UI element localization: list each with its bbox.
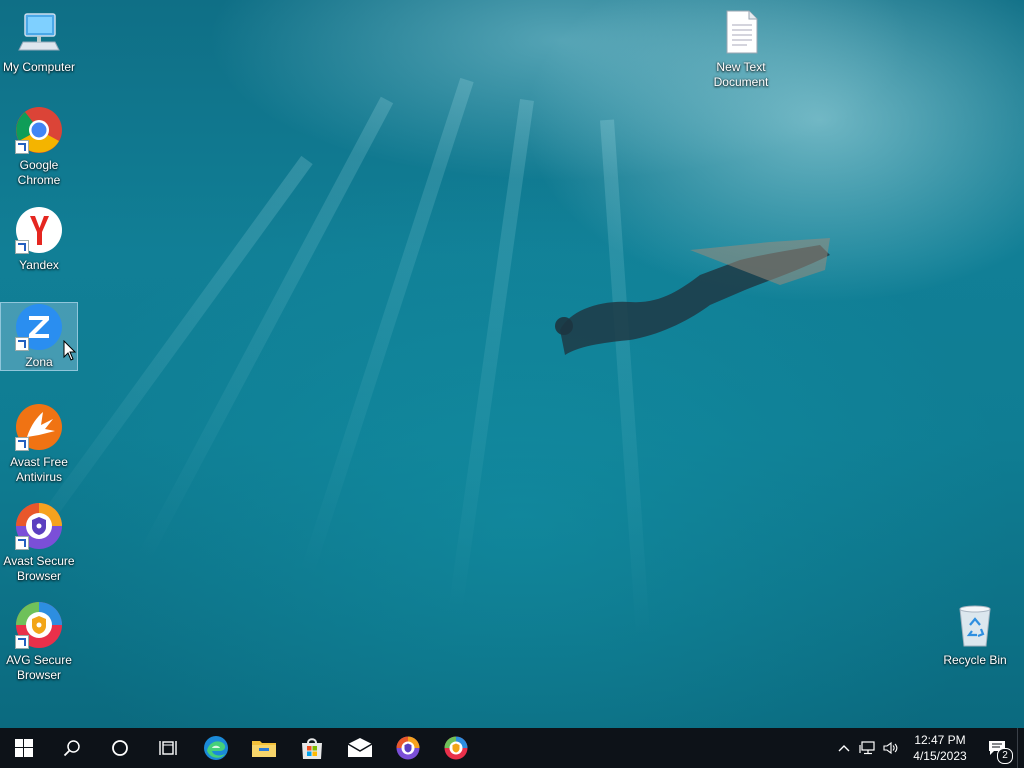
my-computer-icon <box>18 13 60 51</box>
show-desktop-button[interactable] <box>1017 728 1024 768</box>
desktop-icon-yandex[interactable]: Yandex <box>1 206 77 273</box>
taskbar: 12:47 PM 4/15/2023 2 <box>0 728 1024 768</box>
text-document-icon <box>726 10 758 54</box>
avast-secure-browser-icon <box>396 736 420 760</box>
windows-logo-icon <box>15 739 33 757</box>
start-button[interactable] <box>0 728 48 768</box>
desktop-icon-avast-secure-browser[interactable]: Avast Secure Browser <box>1 502 77 584</box>
desktop-icon-avast-free-antivirus[interactable]: Avast Free Antivirus <box>1 403 77 485</box>
search-button[interactable] <box>48 728 96 768</box>
network-button[interactable] <box>855 728 879 768</box>
swimmer-image <box>555 238 830 355</box>
task-view-button[interactable] <box>144 728 192 768</box>
action-center-button[interactable]: 2 <box>977 728 1017 768</box>
avg-secure-browser-icon <box>444 736 468 760</box>
recycle-bin-icon <box>959 605 991 647</box>
store-taskbar-button[interactable] <box>288 728 336 768</box>
edge-taskbar-button[interactable] <box>192 728 240 768</box>
cortana-icon <box>112 740 128 756</box>
edge-icon <box>204 736 228 760</box>
shortcut-arrow-icon <box>15 240 29 254</box>
desktop-icon-label: Avast Secure Browser <box>3 554 75 583</box>
desktop-icon-google-chrome[interactable]: Google Chrome <box>1 106 77 188</box>
desktop-icon-label: Recycle Bin <box>943 653 1007 667</box>
file-explorer-taskbar-button[interactable] <box>240 728 288 768</box>
clock-time: 12:47 PM <box>914 733 966 747</box>
shortcut-arrow-icon <box>15 635 29 649</box>
desktop-icon-avg-secure-browser[interactable]: AVG Secure Browser <box>1 601 77 683</box>
avg-secure-browser-taskbar-button[interactable] <box>432 728 480 768</box>
speaker-icon <box>883 741 898 755</box>
notification-count-badge: 2 <box>997 748 1013 764</box>
desktop-icon-new-text-document[interactable]: New Text Document <box>703 8 779 90</box>
desktop-icon-label: Zona <box>25 355 53 369</box>
file-explorer-icon <box>252 741 276 757</box>
mouse-cursor-icon <box>63 340 77 361</box>
store-icon <box>302 738 322 759</box>
desktop-icon-label: AVG Secure Browser <box>6 653 72 682</box>
desktop-icon-my-computer[interactable]: My Computer <box>1 8 77 75</box>
volume-button[interactable] <box>879 728 903 768</box>
desktop-icon-recycle-bin[interactable]: Recycle Bin <box>937 601 1013 668</box>
desktop-icon-label: My Computer <box>2 60 76 74</box>
show-hidden-icons-button[interactable] <box>833 728 855 768</box>
cortana-button[interactable] <box>96 728 144 768</box>
shortcut-arrow-icon <box>15 437 29 451</box>
desktop-icon-label: Avast Free Antivirus <box>10 455 68 484</box>
shortcut-arrow-icon <box>15 337 29 351</box>
desktop-icon-label: New Text Document <box>713 60 769 89</box>
search-icon <box>63 740 80 757</box>
desktop-icon-label: Google Chrome <box>17 158 61 187</box>
desktop-icon-label: Yandex <box>19 258 59 272</box>
shortcut-arrow-icon <box>15 140 29 154</box>
desktop-wallpaper: My Computer Google Chrome Yandex Zona Av… <box>0 0 1024 728</box>
mail-taskbar-button[interactable] <box>336 728 384 768</box>
shortcut-arrow-icon <box>15 536 29 550</box>
network-icon <box>859 741 875 755</box>
avast-secure-browser-taskbar-button[interactable] <box>384 728 432 768</box>
system-tray: 12:47 PM 4/15/2023 2 <box>833 728 1024 768</box>
task-view-icon <box>159 741 177 755</box>
clock-date: 4/15/2023 <box>913 749 967 763</box>
mail-icon <box>347 738 373 757</box>
chevron-up-icon <box>838 745 850 752</box>
clock-button[interactable]: 12:47 PM 4/15/2023 <box>903 728 977 768</box>
